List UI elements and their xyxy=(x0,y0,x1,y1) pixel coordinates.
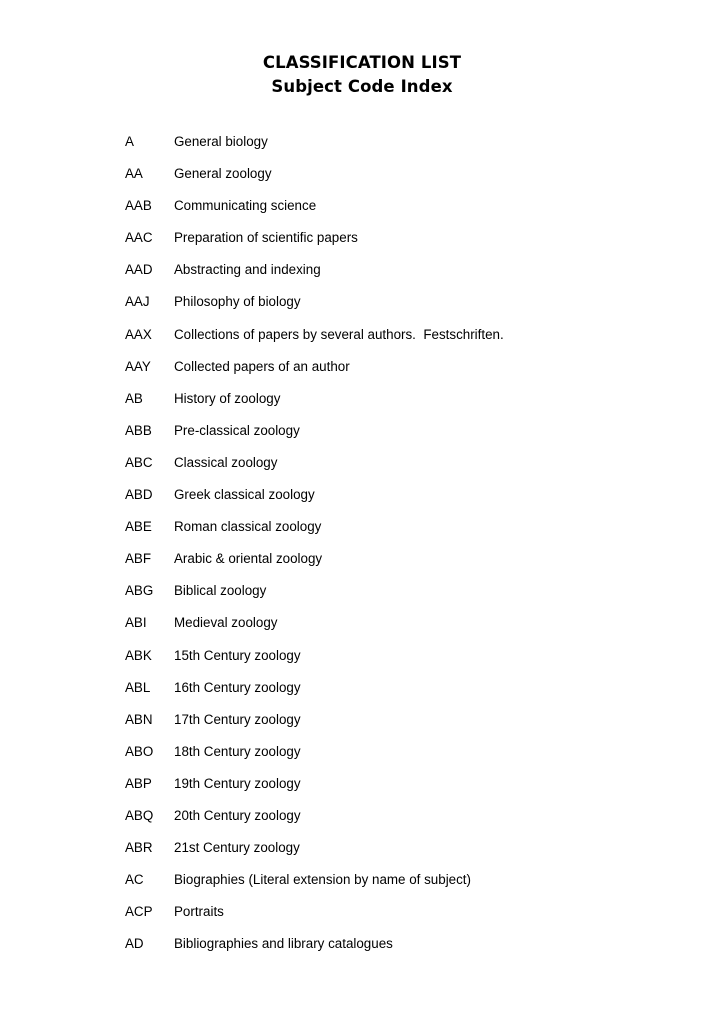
classification-entry: ABF Arabic & oriental zoology xyxy=(125,551,684,583)
entry-description: Abstracting and indexing xyxy=(174,262,321,278)
entry-description: 21st Century zoology xyxy=(174,840,300,856)
classification-entry: ABQ 20th Century zoology xyxy=(125,808,684,840)
entry-description: History of zoology xyxy=(174,390,281,406)
entry-description: General biology xyxy=(174,134,268,149)
entry-description: Bibliographies and library catalogues xyxy=(174,936,393,952)
classification-entry: AC Biographies (Literal extension by name… xyxy=(125,872,684,904)
classification-entry: ABN 17th Century zoology xyxy=(125,712,684,744)
entry-description: 16th Century zoology xyxy=(174,679,301,695)
entry-code: ABC xyxy=(125,454,153,470)
entry-description: General zoology xyxy=(174,166,272,182)
entry-description: 15th Century zoology xyxy=(174,647,301,663)
entry-description: Collected papers of an author xyxy=(174,358,350,374)
entry-code: ABF xyxy=(125,551,152,567)
classification-entry: ABB Pre-classical zoology xyxy=(125,423,684,455)
entry-description: Arabic & oriental zoology xyxy=(174,551,323,567)
classification-entry: ABL 16th Century zoology xyxy=(125,680,684,712)
entry-code: ABN xyxy=(125,711,153,727)
entry-code: ABP xyxy=(125,775,152,791)
entry-code: AAJ xyxy=(125,294,150,310)
entry-code: ABQ xyxy=(125,807,154,823)
entry-code: AC xyxy=(125,872,144,888)
classification-entry: AD Bibliographies and library catalogues xyxy=(125,936,684,968)
entry-code: ABR xyxy=(125,840,153,856)
entry-description: Pre-classical zoology xyxy=(174,422,300,438)
classification-entry: AAY Collected papers of an author xyxy=(125,359,684,391)
entry-description: Classical zoology xyxy=(174,454,278,470)
entry-code: ABL xyxy=(125,679,151,695)
entry-code: ACP xyxy=(125,904,153,920)
entry-code: AAY xyxy=(125,358,151,374)
entry-code: AB xyxy=(125,390,143,406)
classification-entry: ABE Roman classical zoology xyxy=(125,519,684,551)
classification-entry: AAX Collections of papers by several auth… xyxy=(125,327,684,359)
entry-code: AAB xyxy=(125,198,152,214)
entry-description: Communicating science xyxy=(174,198,317,214)
entry-code: AD xyxy=(125,936,144,952)
document-page: CLASSIFICATION LIST Subject Code Index A… xyxy=(0,0,724,1024)
entry-code: AAX xyxy=(125,326,152,342)
entry-description: Preparation of scientific papers xyxy=(174,230,358,246)
entry-description: Biographies (Literal extension by name o… xyxy=(174,872,471,888)
entry-description: Medieval zoology xyxy=(174,615,278,631)
classification-entry: ABK 15th Century zoology xyxy=(125,648,684,680)
classification-entry: ABD Greek classical zoology xyxy=(125,487,684,519)
classification-entry: ABO 18th Century zoology xyxy=(125,744,684,776)
entry-code: A xyxy=(125,134,134,149)
classification-entry: A General biology xyxy=(125,134,684,166)
entry-code: AAD xyxy=(125,262,153,278)
classification-entry: AAC Preparation of scientific papers xyxy=(125,230,684,262)
entry-code: ABO xyxy=(125,743,154,759)
document-title-line-2: Subject Code Index xyxy=(271,77,453,96)
classification-entry: AB History of zoology xyxy=(125,391,684,423)
entry-code: AA xyxy=(125,166,143,182)
document-title-line-1: CLASSIFICATION LIST xyxy=(262,53,462,72)
classification-entry: AAJ Philosophy of biology xyxy=(125,294,684,326)
classification-entry: ABC Classical zoology xyxy=(125,455,684,487)
entry-description: 18th Century zoology xyxy=(174,743,301,759)
entry-description: Roman classical zoology xyxy=(174,519,322,535)
classification-entry: ABP 19th Century zoology xyxy=(125,776,684,808)
classification-entry: ABG Biblical zoology xyxy=(125,583,684,615)
entry-code: ABB xyxy=(125,422,152,438)
document-header: CLASSIFICATION LIST Subject Code Index xyxy=(0,52,724,98)
entry-description: Portraits xyxy=(174,904,224,920)
entry-description: Philosophy of biology xyxy=(174,294,301,310)
subject-code-list: A General biology AA General zoology AAB Comm… xyxy=(125,134,684,968)
entry-code: AAC xyxy=(125,230,153,246)
entry-code: ABK xyxy=(125,647,152,663)
classification-entry: ABI Medieval zoology xyxy=(125,615,684,647)
entry-description: Biblical zoology xyxy=(174,583,267,599)
classification-entry: ACP Portraits xyxy=(125,904,684,936)
entry-code: ABI xyxy=(125,615,147,631)
classification-entry: AAD Abstracting and indexing xyxy=(125,262,684,294)
classification-entry: ABR 21st Century zoology xyxy=(125,840,684,872)
entry-code: ABG xyxy=(125,583,154,599)
entry-description: Collections of papers by several authors… xyxy=(174,326,504,342)
entry-description: 19th Century zoology xyxy=(174,775,301,791)
entry-description: 20th Century zoology xyxy=(174,807,301,823)
entry-code: ABE xyxy=(125,519,152,535)
classification-entry: AAB Communicating science xyxy=(125,198,684,230)
entry-code: ABD xyxy=(125,487,153,503)
entry-description: 17th Century zoology xyxy=(174,711,301,727)
entry-description: Greek classical zoology xyxy=(174,487,315,503)
classification-entry: AA General zoology xyxy=(125,166,684,198)
